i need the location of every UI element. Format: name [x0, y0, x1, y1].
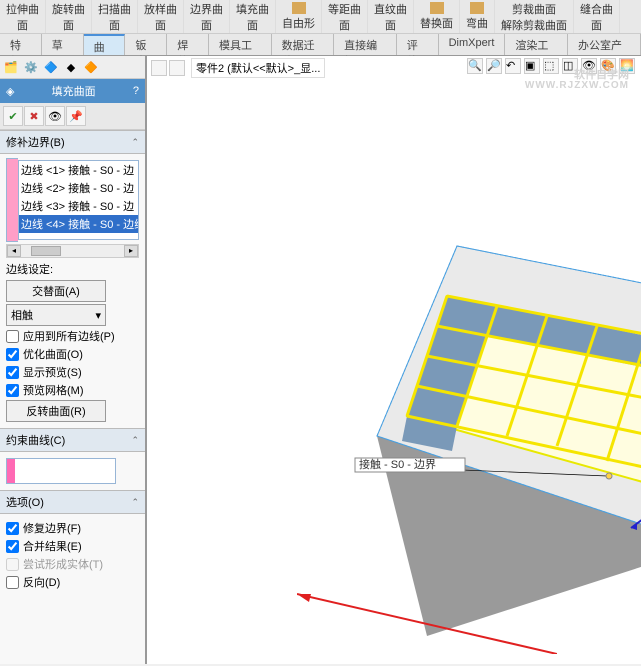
- apply-all-edges-checkbox[interactable]: 应用到所有边线(P): [6, 328, 139, 344]
- display-manager-icon[interactable]: 🔶: [82, 58, 100, 76]
- section-options-label: 选项(O): [6, 494, 44, 510]
- cancel-button[interactable]: ✖: [24, 106, 44, 126]
- tab-dimxpert[interactable]: DimXpert: [439, 34, 506, 55]
- dimxpert-manager-icon[interactable]: ◆: [62, 58, 80, 76]
- chevron-up-icon: ⌃: [131, 497, 139, 508]
- preview-mesh-checkbox[interactable]: 预览网格(M): [6, 382, 139, 398]
- help-icon[interactable]: ?: [133, 85, 139, 97]
- list-item[interactable]: 边线 <1> 接触 - S0 - 边: [19, 161, 138, 179]
- preview-button[interactable]: 👁: [45, 106, 65, 126]
- model-canvas: 接触 - S0 - 边界 + +: [307, 116, 641, 666]
- section-constraint-curves[interactable]: 约束曲线(C) ⌃: [0, 428, 145, 452]
- scroll-right-icon[interactable]: ▸: [124, 245, 138, 257]
- try-solid-checkbox: 尝试形成实体(T): [6, 556, 139, 572]
- panel-title: ◈ 填充曲面 ?: [0, 79, 145, 103]
- list-item[interactable]: 边线 <2> 接触 - S0 - 边: [19, 179, 138, 197]
- cmd-bend[interactable]: 弯曲: [460, 0, 495, 33]
- tab-sheetmetal[interactable]: 钣金: [125, 34, 167, 55]
- section-patch-boundary[interactable]: 修补边界(B) ⌃: [0, 130, 145, 154]
- tab-sketch[interactable]: 草图: [42, 34, 84, 55]
- tab-weldments[interactable]: 焊件: [167, 34, 209, 55]
- cmd-extrude-surface[interactable]: 拉伸曲面: [0, 0, 46, 33]
- callout-text: 接触 - S0 - 边界: [359, 457, 436, 471]
- hide-show-icon[interactable]: 👁: [581, 58, 597, 74]
- cmd-offset-surface[interactable]: 等距曲面: [322, 0, 368, 33]
- panel-title-text: 填充曲面: [52, 83, 96, 99]
- chevron-up-icon: ⌃: [131, 435, 139, 446]
- cmd-loft-surface[interactable]: 放样曲面: [138, 0, 184, 33]
- feature-tree-icon[interactable]: 🗂️: [2, 58, 20, 76]
- view-orientation-icon[interactable]: ⬚: [543, 58, 559, 74]
- merge-result-checkbox[interactable]: 合并结果(E): [6, 538, 139, 554]
- previous-view-icon[interactable]: ↶: [505, 58, 521, 74]
- tab-office-products[interactable]: 办公室产品: [568, 34, 641, 55]
- alternate-face-button[interactable]: 交替面(A): [6, 280, 106, 302]
- display-style-icon[interactable]: ◫: [562, 58, 578, 74]
- cmd-revolve-surface[interactable]: 旋转曲面: [46, 0, 92, 33]
- command-toolbar: 拉伸曲面 旋转曲面 扫描曲面 放样曲面 边界曲面 填充曲面 自由形 等距曲面 直…: [0, 0, 641, 34]
- cmd-trim-surface[interactable]: 剪裁曲面解除剪裁曲面: [495, 0, 574, 33]
- callout-point: [606, 473, 612, 479]
- cmd-freeform[interactable]: 自由形: [276, 0, 322, 33]
- expand-tree-icon[interactable]: [151, 60, 167, 76]
- optimize-surface-checkbox[interactable]: 优化曲面(O): [6, 346, 139, 362]
- section-options[interactable]: 选项(O) ⌃: [0, 490, 145, 514]
- zoom-area-icon[interactable]: 🔎: [486, 58, 502, 74]
- cmd-boundary-surface[interactable]: 边界曲面: [184, 0, 230, 33]
- cmd-ruled-surface[interactable]: 直纹曲面: [368, 0, 414, 33]
- viewport-left-toolbar: 零件2 (默认<<默认>_显...: [151, 58, 325, 78]
- edge-settings-label: 边线设定:: [6, 261, 139, 277]
- fix-boundary-checkbox[interactable]: 修复边界(F): [6, 520, 139, 536]
- cmd-knit-surface[interactable]: 缝合曲面: [574, 0, 620, 33]
- panel-actions: ✔ ✖ 👁 📌: [0, 103, 145, 130]
- reverse-surface-button[interactable]: 反转曲面(R): [6, 400, 106, 422]
- fill-surface-icon: ◈: [6, 85, 14, 98]
- scroll-left-icon[interactable]: ◂: [7, 245, 21, 257]
- scroll-thumb[interactable]: [31, 246, 61, 256]
- cmd-replace-face[interactable]: 替换面: [414, 0, 460, 33]
- section-patch-label: 修补边界(B): [6, 134, 65, 150]
- tab-surface[interactable]: 曲面: [84, 34, 126, 55]
- graphics-viewport[interactable]: 零件2 (默认<<默认>_显... 🔍 🔎 ↶ ▣ ⬚ ◫ 👁 🎨 🌅 软件自学…: [147, 56, 641, 664]
- appearance-icon[interactable]: 🎨: [600, 58, 616, 74]
- pin-button[interactable]: 📌: [66, 106, 86, 126]
- chevron-up-icon: ⌃: [131, 137, 139, 148]
- contact-type-value: 相触: [11, 307, 33, 323]
- manager-tabs: 🗂️ ⚙️ 🔷 ◆ 🔶: [0, 56, 145, 79]
- tab-render-tools[interactable]: 渲染工具: [505, 34, 568, 55]
- property-manager: 🗂️ ⚙️ 🔷 ◆ 🔶 ◈ 填充曲面 ? ✔ ✖ 👁 📌 修补边界(B) ⌃ 边: [0, 56, 147, 664]
- ok-button[interactable]: ✔: [3, 106, 23, 126]
- contact-type-select[interactable]: 相触 ▾: [6, 304, 106, 326]
- collapse-tree-icon[interactable]: [169, 60, 185, 76]
- config-manager-icon[interactable]: 🔷: [42, 58, 60, 76]
- section-view-icon[interactable]: ▣: [524, 58, 540, 74]
- scene-icon[interactable]: 🌅: [619, 58, 635, 74]
- tab-direct-edit[interactable]: 直接编辑: [334, 34, 397, 55]
- horizontal-scrollbar[interactable]: ◂ ▸: [6, 244, 139, 258]
- tab-features[interactable]: 特征: [0, 34, 42, 55]
- document-title[interactable]: 零件2 (默认<<默认>_显...: [191, 58, 325, 78]
- reverse-direction-checkbox[interactable]: 反向(D): [6, 574, 139, 590]
- property-manager-icon[interactable]: ⚙️: [22, 58, 40, 76]
- chevron-down-icon: ▾: [95, 309, 101, 322]
- cmd-sweep-surface[interactable]: 扫描曲面: [92, 0, 138, 33]
- constraint-curves-listbox[interactable]: [6, 458, 116, 484]
- tab-evaluate[interactable]: 评估: [397, 34, 439, 55]
- edge-listbox[interactable]: 边线 <1> 接触 - S0 - 边 边线 <2> 接触 - S0 - 边 边线…: [18, 160, 139, 240]
- cmd-fill-surface[interactable]: 填充曲面: [230, 0, 276, 33]
- list-item[interactable]: 边线 <3> 接触 - S0 - 边: [19, 197, 138, 215]
- tab-mold-tools[interactable]: 模具工具: [209, 34, 272, 55]
- viewport-heads-up-toolbar: 🔍 🔎 ↶ ▣ ⬚ ◫ 👁 🎨 🌅: [467, 58, 635, 74]
- tab-data-migration[interactable]: 数据迁移: [272, 34, 335, 55]
- zoom-fit-icon[interactable]: 🔍: [467, 58, 483, 74]
- command-tabs: 特征 草图 曲面 钣金 焊件 模具工具 数据迁移 直接编辑 评估 DimXper…: [0, 34, 641, 56]
- list-item[interactable]: 边线 <4> 接触 - S0 - 边线: [19, 215, 138, 233]
- section-constraint-label: 约束曲线(C): [6, 432, 65, 448]
- show-preview-checkbox[interactable]: 显示预览(S): [6, 364, 139, 380]
